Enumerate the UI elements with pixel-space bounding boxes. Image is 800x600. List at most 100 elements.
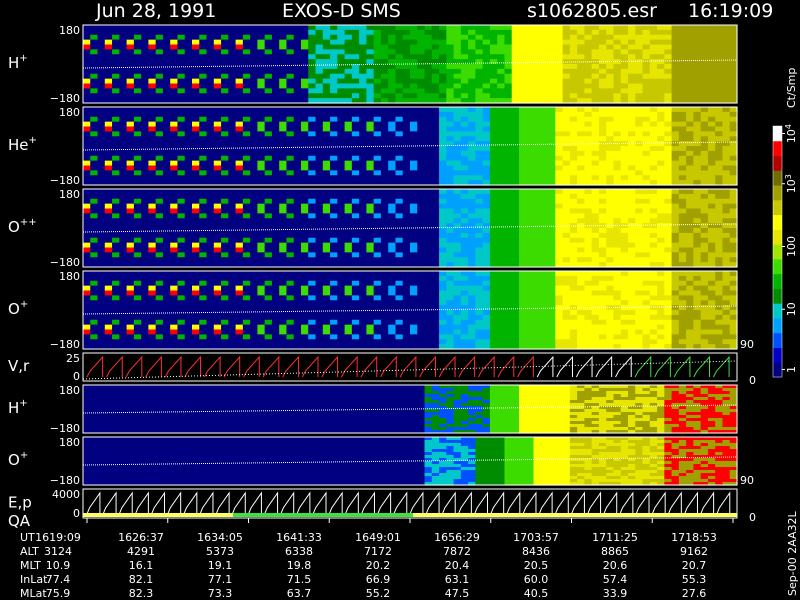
heatmap-cell: [97, 275, 106, 282]
heatmap-cell: [206, 193, 215, 200]
heatmap-cell: [686, 175, 694, 181]
heatmap-cell: [664, 44, 673, 50]
heatmap-cell: [90, 111, 99, 118]
heatmap-cell: [686, 237, 694, 244]
heatmap-cell: [322, 329, 331, 335]
heatmap-cell: [351, 232, 360, 239]
heatmap-cell: [97, 232, 106, 239]
heatmap-cell: [271, 319, 280, 326]
heatmap-cell: [664, 121, 673, 128]
heatmap-cell: [192, 280, 200, 287]
heatmap-cell: [199, 111, 208, 118]
heatmap-cell: [678, 59, 687, 65]
heatmap-cell: [330, 126, 338, 132]
heatmap-cell: [489, 247, 498, 253]
heatmap-cell: [126, 208, 135, 214]
heatmap-cell: [250, 247, 258, 253]
heatmap-cell: [344, 319, 353, 326]
heatmap-cell: [671, 160, 680, 167]
heatmap-cell: [177, 29, 186, 36]
heatmap-cell: [373, 126, 382, 132]
heatmap-cell: [301, 131, 309, 137]
heatmap-cell: [591, 39, 600, 46]
heatmap-cell: [642, 25, 651, 31]
heatmap-cell: [715, 150, 724, 157]
heatmap-cell: [235, 271, 244, 277]
heatmap-cell: [170, 78, 179, 85]
heatmap-cell: [141, 232, 149, 239]
heatmap-cell: [242, 107, 251, 113]
heatmap-cell: [715, 257, 724, 263]
heatmap-cell: [606, 175, 615, 181]
heatmap-cell: [460, 203, 469, 210]
heatmap-cell: [417, 198, 426, 205]
heatmap-cell: [192, 136, 200, 142]
heatmap-cell: [424, 170, 433, 176]
heatmap-cell: [431, 218, 440, 224]
heatmap-cell: [192, 111, 200, 118]
heatmap-cell: [468, 131, 476, 137]
heatmap-cell: [264, 44, 273, 50]
heatmap-cell: [664, 257, 673, 263]
heatmap-cell: [271, 280, 280, 287]
heatmap-cell: [373, 59, 382, 65]
heatmap-cell: [221, 83, 229, 89]
heatmap-cell: [221, 150, 229, 157]
heatmap-cell: [184, 324, 193, 331]
heatmap-cell: [468, 59, 476, 65]
heatmap-cell: [504, 247, 513, 253]
heatmap-cell: [569, 78, 578, 85]
heatmap-cell: [707, 160, 716, 167]
heatmap-cell: [344, 193, 353, 200]
heatmap-cell: [271, 324, 280, 331]
heatmap-cell: [373, 218, 382, 224]
y-min-label: −180: [50, 92, 80, 105]
heatmap-cell: [301, 252, 309, 258]
heatmap-cell: [199, 290, 208, 296]
heatmap-cell: [431, 25, 440, 31]
heatmap-cell: [395, 73, 404, 80]
heatmap-cell: [671, 116, 680, 123]
heatmap-cell: [707, 121, 716, 128]
heatmap-cell: [366, 88, 375, 94]
heatmap-cell: [206, 121, 215, 128]
heatmap-cell: [308, 83, 317, 89]
heatmap-cell: [548, 175, 556, 181]
heatmap-cell: [177, 213, 186, 219]
heatmap-cell: [192, 300, 200, 306]
heatmap-cell: [468, 223, 476, 229]
heatmap-cell: [678, 198, 687, 205]
heatmap-cell: [628, 223, 636, 229]
heatmap-cell: [279, 116, 288, 123]
heatmap-cell: [511, 68, 520, 75]
heatmap-cell: [606, 232, 615, 239]
heatmap-cell: [380, 213, 389, 219]
heatmap-cell: [351, 25, 360, 31]
heatmap-cell: [417, 237, 426, 244]
heatmap-cell: [351, 280, 360, 287]
heatmap-cell: [555, 126, 564, 132]
heatmap-cell: [395, 116, 404, 123]
heatmap-cell: [83, 93, 91, 99]
heatmap-cell: [206, 116, 215, 123]
heatmap-cell: [635, 242, 644, 249]
heatmap-cell: [308, 141, 317, 147]
heatmap-cell: [119, 126, 128, 132]
heatmap-cell: [170, 198, 179, 205]
heatmap-cell: [446, 237, 455, 244]
heatmap-cell: [460, 78, 469, 85]
heatmap-cell: [380, 116, 389, 123]
heatmap-cell: [250, 189, 258, 195]
heatmap-cell: [431, 54, 440, 60]
heatmap-cell: [162, 242, 171, 249]
heatmap-cell: [83, 34, 91, 41]
heatmap-cell: [257, 78, 266, 85]
heatmap-cell: [700, 252, 709, 258]
heatmap-cell: [373, 252, 382, 258]
heatmap-cell: [439, 88, 447, 94]
heatmap-cell: [729, 242, 738, 249]
heatmap-cell: [133, 237, 142, 244]
heatmap-cell: [337, 285, 346, 292]
heatmap-cell: [526, 141, 535, 147]
heatmap-cell: [511, 93, 520, 99]
